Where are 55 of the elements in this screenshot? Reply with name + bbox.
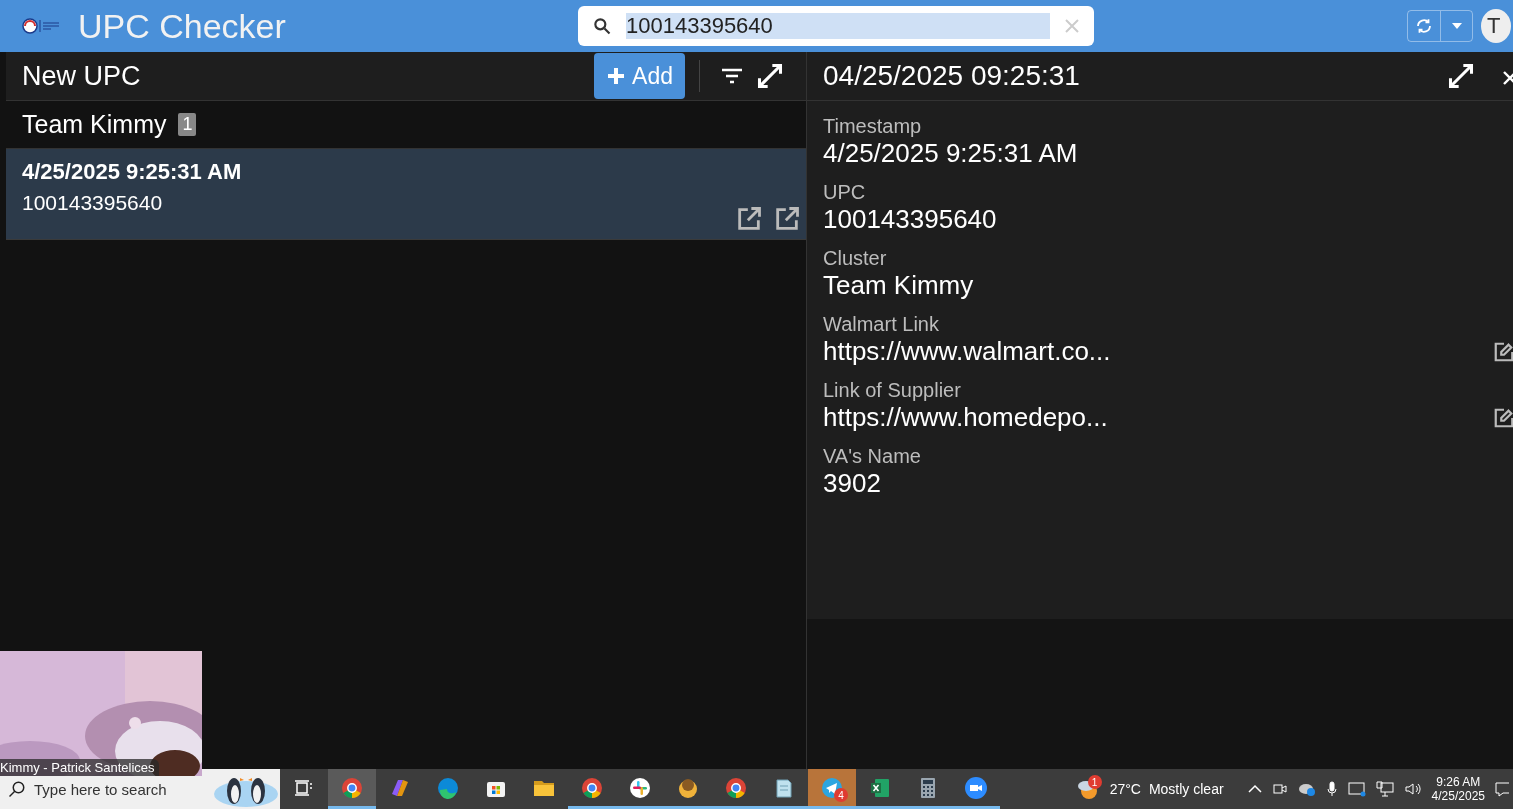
- user-avatar[interactable]: T: [1481, 9, 1511, 43]
- group-count: 1: [178, 113, 197, 136]
- field-label: Walmart Link: [823, 313, 940, 336]
- slack-icon: [628, 775, 652, 800]
- network-icon: [1375, 781, 1394, 797]
- plus-icon: [606, 66, 627, 86]
- edge-icon: [436, 775, 460, 800]
- task-view-icon: [294, 777, 314, 798]
- zoom-icon: [964, 775, 988, 800]
- chrome-icon: [580, 775, 604, 800]
- sync-icon: [1415, 17, 1433, 35]
- search-icon: [8, 780, 26, 798]
- field-label: VA's Name: [823, 445, 922, 468]
- clock-time: 9:26 AM: [1436, 775, 1481, 789]
- temperature: 27°C: [1109, 781, 1141, 797]
- notification-badge: 1: [1087, 775, 1102, 789]
- field-label: UPC: [823, 181, 867, 204]
- field-value: 3902: [823, 468, 881, 499]
- field-label: Link of Supplier: [823, 379, 962, 402]
- edit-icon[interactable]: [1493, 406, 1513, 429]
- field-label: Timestamp: [823, 115, 923, 138]
- volume-icon: [1403, 781, 1422, 797]
- caret-icon: [1450, 22, 1463, 30]
- search-field[interactable]: 100143395640: [578, 6, 1094, 46]
- chevron-up-icon: [1247, 784, 1262, 794]
- item-timestamp: 4/25/2025 9:25:31 AM: [22, 159, 243, 185]
- display-icon: [1347, 781, 1366, 797]
- field-value: Team Kimmy: [823, 270, 974, 301]
- cloud-icon: [1297, 782, 1316, 796]
- field-link[interactable]: https://www.homedepo...: [823, 402, 1108, 433]
- clock-date: 4/25/2025: [1431, 789, 1485, 803]
- field-link[interactable]: https://www.walmart.co...: [823, 336, 1111, 367]
- expand-icon: [756, 62, 784, 90]
- group-name: Team Kimmy: [22, 110, 167, 139]
- app-title: UPC Checker: [78, 6, 287, 46]
- list-item[interactable]: 4/25/2025 9:25:31 AM 100143395640: [6, 149, 806, 240]
- edit-icon[interactable]: [1493, 340, 1513, 363]
- detail-title: 04/25/2025 09:25:31: [823, 60, 1080, 92]
- logo-icon: [22, 17, 62, 35]
- expand-icon: [1447, 62, 1475, 90]
- video-caption: Kimmy - Patrick Santelices: [0, 759, 159, 776]
- microphone-icon: [1325, 781, 1338, 797]
- camera-icon: [1271, 781, 1288, 797]
- notification-badge: 4: [834, 788, 848, 802]
- panel-title: New UPC: [22, 60, 141, 92]
- weather-condition: Mostly clear: [1148, 781, 1224, 797]
- chrome-icon: [724, 775, 748, 800]
- field-value: 100143395640: [823, 204, 997, 235]
- item-upc: 100143395640: [22, 191, 164, 215]
- chrome-icon: [340, 775, 364, 800]
- field-label: Cluster: [823, 247, 888, 270]
- field-value: 4/25/2025 9:25:31 AM: [823, 138, 1078, 169]
- taskbar-app[interactable]: 4: [808, 769, 856, 809]
- search-icon: [592, 16, 612, 36]
- notification-icon: [1495, 781, 1509, 797]
